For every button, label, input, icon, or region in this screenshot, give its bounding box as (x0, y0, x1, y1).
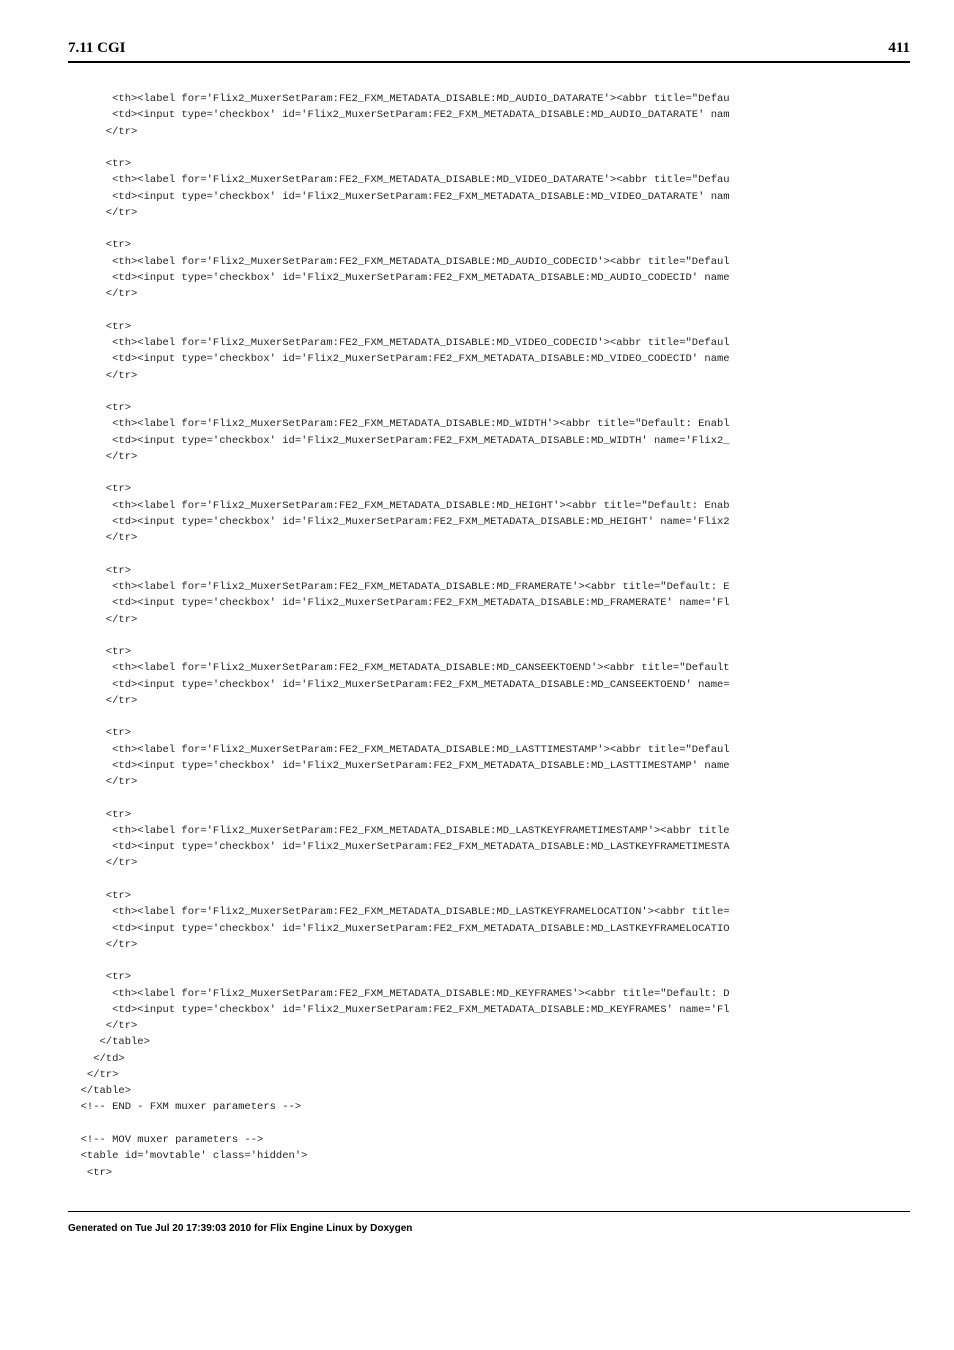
header-section: 7.11 CGI (68, 40, 126, 57)
code-listing: <th><label for='Flix2_MuxerSetParam:FE2_… (68, 91, 910, 1181)
header-page-number: 411 (888, 40, 910, 57)
page-header: 7.11 CGI 411 (68, 40, 910, 63)
footer-text: Generated on Tue Jul 20 17:39:03 2010 fo… (68, 1223, 412, 1234)
page: 7.11 CGI 411 <th><label for='Flix2_Muxer… (0, 0, 954, 1350)
footer-rule: Generated on Tue Jul 20 17:39:03 2010 fo… (68, 1211, 910, 1236)
